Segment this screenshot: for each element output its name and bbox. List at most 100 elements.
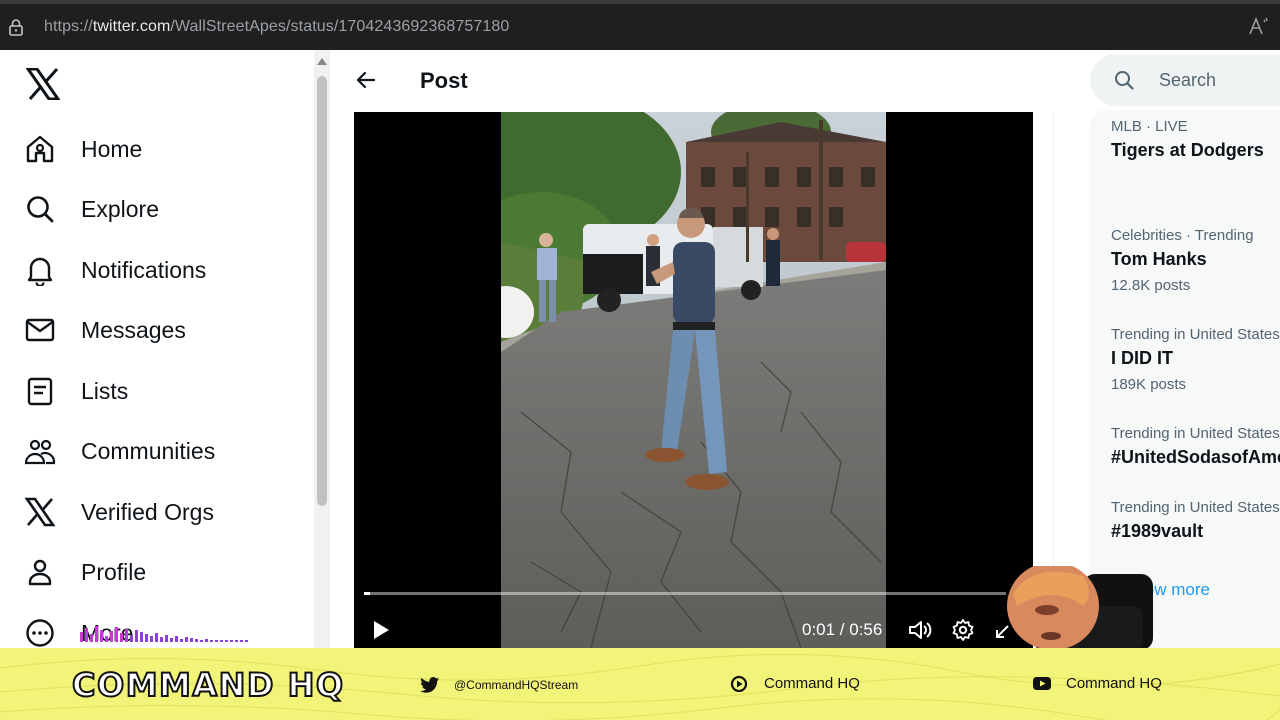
trend-name: I DID IT — [1111, 348, 1173, 368]
youtube-channel-text: Command HQ — [1066, 674, 1162, 692]
trend-count: 12.8K posts — [1111, 277, 1191, 294]
volume-icon[interactable] — [907, 618, 933, 642]
video-frame — [501, 112, 886, 648]
trend-item[interactable]: Trending in United States #1989vault — [1111, 499, 1280, 542]
audio-bar — [140, 632, 143, 642]
trend-meta: Trending in United States — [1111, 326, 1280, 343]
audio-bar — [160, 637, 163, 642]
nav-label: Verified Orgs — [81, 498, 214, 525]
nav-label: Lists — [81, 377, 129, 404]
twitter-handle-text: @CommandHQStream — [454, 678, 579, 692]
audio-bar — [170, 638, 173, 642]
twitter-bird-icon — [420, 677, 439, 693]
brand-name: COMMAND HQ — [71, 665, 345, 705]
audio-visualizer — [80, 626, 248, 642]
kick-channel-text: Command HQ — [764, 674, 860, 692]
envelope-icon — [25, 318, 55, 342]
back-arrow-icon[interactable] — [354, 68, 378, 92]
video-progress-bar[interactable] — [364, 592, 1006, 595]
nav-label: Home — [81, 135, 143, 162]
audio-bar — [135, 630, 138, 642]
left-navigation: Home Explore Notifications Messages List… — [0, 50, 312, 648]
nav-lists[interactable]: Lists — [24, 369, 128, 413]
audio-bar — [120, 633, 123, 642]
person-icon — [28, 559, 52, 586]
browser-address-bar[interactable]: https://twitter.com/WallStreetApes/statu… — [0, 0, 1280, 50]
trend-item[interactable]: Celebrities · Trending Tom Hanks 12.8K p… — [1111, 227, 1254, 294]
nav-communities[interactable]: Communities — [24, 429, 215, 473]
bell-icon — [27, 257, 53, 286]
post-header: Post — [334, 50, 1054, 112]
scrollbar-thumb[interactable] — [317, 76, 327, 506]
youtube-channel: Command HQ — [1032, 674, 1162, 692]
scroll-up-arrow-icon[interactable] — [317, 58, 327, 65]
nav-label: Notifications — [81, 256, 207, 283]
audio-bar — [90, 634, 93, 642]
nav-label: Communities — [81, 437, 216, 464]
trend-item[interactable]: Trending in United States I DID IT 189K … — [1111, 326, 1280, 393]
lock-icon — [9, 19, 23, 36]
nav-home[interactable]: Home — [24, 127, 142, 171]
video-player[interactable]: 0:01 / 0:56 — [354, 112, 1033, 648]
nav-label: Profile — [81, 558, 147, 585]
gear-icon[interactable] — [951, 618, 975, 642]
main-column: Post 0:01 / 0:56 — [334, 50, 1054, 648]
audio-bar — [195, 639, 198, 642]
video-progress-fill — [364, 592, 371, 595]
audio-bar — [115, 627, 118, 642]
search-placeholder: Search — [1159, 70, 1217, 90]
audio-bar — [85, 628, 88, 642]
twitter-handle: @CommandHQStream — [420, 676, 578, 694]
audio-bar — [155, 633, 158, 642]
trend-item[interactable]: MLB · LIVE Tigers at Dodgers — [1111, 118, 1264, 161]
trend-meta: MLB · LIVE — [1111, 118, 1188, 135]
list-icon — [27, 377, 53, 406]
audio-bar — [240, 640, 243, 642]
trend-count: 189K posts — [1111, 376, 1187, 393]
audio-bar — [165, 635, 168, 642]
nav-profile[interactable]: Profile — [24, 550, 146, 594]
right-sidebar: Search MLB · LIVE Tigers at Dodgers Cele… — [1054, 50, 1280, 648]
trend-item[interactable]: Trending in United States #UnitedSodasof… — [1111, 425, 1280, 468]
audio-bar — [150, 636, 153, 642]
audio-bar — [180, 639, 183, 642]
audio-bar — [225, 640, 228, 642]
nav-explore[interactable]: Explore — [24, 187, 159, 231]
audio-bar — [230, 640, 233, 642]
x-logo-icon — [24, 497, 56, 527]
more-circle-icon — [26, 619, 54, 647]
x-logo-icon[interactable] — [26, 68, 60, 100]
audio-bar — [215, 640, 218, 642]
nav-notifications[interactable]: Notifications — [24, 248, 206, 292]
nav-label: Explore — [81, 195, 159, 222]
home-icon — [26, 135, 54, 163]
trend-meta: Trending in United States — [1111, 499, 1280, 516]
nav-messages[interactable]: Messages — [24, 308, 186, 352]
trend-name: Tigers at Dodgers — [1111, 140, 1264, 160]
trend-name: #1989vault — [1111, 521, 1204, 541]
search-icon — [27, 196, 54, 223]
search-input[interactable]: Search — [1090, 54, 1280, 106]
nav-verified-orgs[interactable]: Verified Orgs — [24, 490, 214, 534]
left-scrollbar[interactable] — [314, 50, 330, 648]
url-text[interactable]: https://twitter.com/WallStreetApes/statu… — [44, 18, 509, 36]
audio-bar — [185, 637, 188, 642]
audio-bar — [110, 631, 113, 642]
kick-channel: Command HQ — [730, 674, 860, 692]
trend-name: #UnitedSodasofAmerica — [1111, 447, 1280, 467]
video-time: 0:01 / 0:56 — [802, 620, 883, 639]
read-aloud-icon[interactable] — [1248, 16, 1270, 36]
audio-bar — [210, 640, 213, 642]
nav-label: Messages — [81, 316, 186, 343]
play-icon[interactable] — [368, 618, 392, 642]
audio-bar — [200, 640, 203, 642]
youtube-icon — [1033, 677, 1051, 690]
trend-meta: Trending in United States — [1111, 425, 1280, 442]
audio-bar — [125, 629, 128, 642]
audio-bar — [100, 630, 103, 642]
stream-banner: COMMAND HQ @CommandHQStream Command HQ C… — [0, 648, 1280, 720]
page-title: Post — [420, 68, 468, 93]
webcam-overlay — [1007, 566, 1153, 650]
trend-name: Tom Hanks — [1111, 249, 1207, 269]
audio-bar — [175, 636, 178, 642]
